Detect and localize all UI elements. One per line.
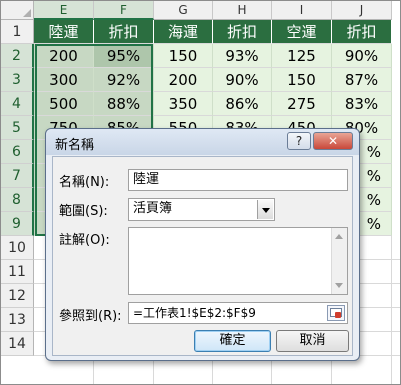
data-cell[interactable]: 88% <box>94 92 154 116</box>
data-cell[interactable]: 300 <box>34 68 94 92</box>
column-header-i[interactable]: I <box>272 1 332 20</box>
row-header-11[interactable]: 11 <box>1 260 34 284</box>
name-input[interactable]: 陸運 <box>128 169 348 191</box>
data-cell[interactable]: 86% <box>213 92 272 116</box>
dialog-titlebar[interactable]: 新名稱 ? ✕ <box>46 129 359 155</box>
data-cell[interactable]: 93% <box>213 44 272 68</box>
data-cell[interactable]: 92% <box>94 68 154 92</box>
scope-value: 活頁簿 <box>133 201 173 216</box>
header-cell[interactable]: 海運 <box>154 20 213 44</box>
data-cell[interactable]: 275 <box>272 92 332 116</box>
row-header-6[interactable]: 6 <box>1 140 34 164</box>
data-cell[interactable]: 87% <box>332 68 392 92</box>
scroll-up-arrow-icon[interactable] <box>335 234 343 239</box>
data-cell[interactable]: 95% <box>94 44 154 68</box>
column-header-f[interactable]: F <box>94 1 154 20</box>
row-header-10[interactable]: 10 <box>1 236 34 260</box>
dialog-title: 新名稱 <box>55 138 95 153</box>
spreadsheet-window: E F G H I J 1 2 3 4 5 6 7 8 9 10 11 12 1… <box>0 0 401 385</box>
refers-to-label: 參照到(R): <box>59 309 122 324</box>
refers-to-value: =工作表1!$E$2:$F$9 <box>133 306 256 320</box>
data-cell[interactable]: 90% <box>213 68 272 92</box>
ok-button[interactable]: 確定 <box>194 330 271 352</box>
column-header-h[interactable]: H <box>213 1 272 20</box>
scroll-down-arrow-icon[interactable] <box>335 283 343 288</box>
data-cell[interactable]: 500 <box>34 92 94 116</box>
scope-label: 範圍(S): <box>59 204 108 219</box>
close-button[interactable]: ✕ <box>313 132 353 150</box>
header-cell[interactable]: 折扣 <box>332 20 392 44</box>
help-button[interactable]: ? <box>287 132 311 150</box>
row-header-8[interactable]: 8 <box>1 188 34 212</box>
data-cell[interactable]: 350 <box>154 92 213 116</box>
scope-select[interactable]: 活頁簿 <box>128 198 275 221</box>
header-cell[interactable]: 陸運 <box>34 20 94 44</box>
dialog-body: 名稱(N): 陸運 範圍(S): 活頁簿 註解(O): 參照到(R): =工作表… <box>52 156 353 356</box>
data-cell[interactable]: 83% <box>332 92 392 116</box>
name-label: 名稱(N): <box>59 175 110 190</box>
row-header-5[interactable]: 5 <box>1 116 34 140</box>
dropdown-arrow-icon[interactable] <box>257 200 273 219</box>
row-header-9[interactable]: 9 <box>1 212 34 236</box>
column-header-g[interactable]: G <box>154 1 213 20</box>
comment-label: 註解(O): <box>59 233 110 248</box>
refers-to-input[interactable]: =工作表1!$E$2:$F$9 <box>128 302 348 324</box>
header-cell[interactable]: 空運 <box>272 20 332 44</box>
row-header-1[interactable]: 1 <box>1 20 34 44</box>
column-header-j[interactable]: J <box>332 1 392 20</box>
row-header-14[interactable]: 14 <box>1 332 34 356</box>
column-header-e[interactable]: E <box>34 1 94 20</box>
data-cell[interactable]: 150 <box>272 68 332 92</box>
header-cell[interactable]: 折扣 <box>213 20 272 44</box>
data-cell[interactable]: 125 <box>272 44 332 68</box>
row-header-2[interactable]: 2 <box>1 44 34 68</box>
gridline <box>391 236 392 384</box>
row-header-4[interactable]: 4 <box>1 92 34 116</box>
new-name-dialog: 新名稱 ? ✕ 名稱(N): 陸運 範圍(S): 活頁簿 註解(O): 參照到(… <box>45 128 360 361</box>
data-cell[interactable]: 200 <box>154 68 213 92</box>
data-cell[interactable]: 90% <box>332 44 392 68</box>
data-cell[interactable]: 150 <box>154 44 213 68</box>
cancel-button[interactable]: 取消 <box>276 330 349 352</box>
collapse-dialog-icon[interactable] <box>327 305 345 321</box>
row-header-12[interactable]: 12 <box>1 284 34 308</box>
data-cell[interactable]: 200 <box>34 44 94 68</box>
comment-textarea[interactable] <box>128 227 348 295</box>
select-all-corner[interactable] <box>1 1 34 20</box>
row-header-3[interactable]: 3 <box>1 68 34 92</box>
header-cell[interactable]: 折扣 <box>94 20 154 44</box>
row-header-7[interactable]: 7 <box>1 164 34 188</box>
row-header-13[interactable]: 13 <box>1 308 34 332</box>
comment-scrollbar[interactable] <box>331 228 347 294</box>
